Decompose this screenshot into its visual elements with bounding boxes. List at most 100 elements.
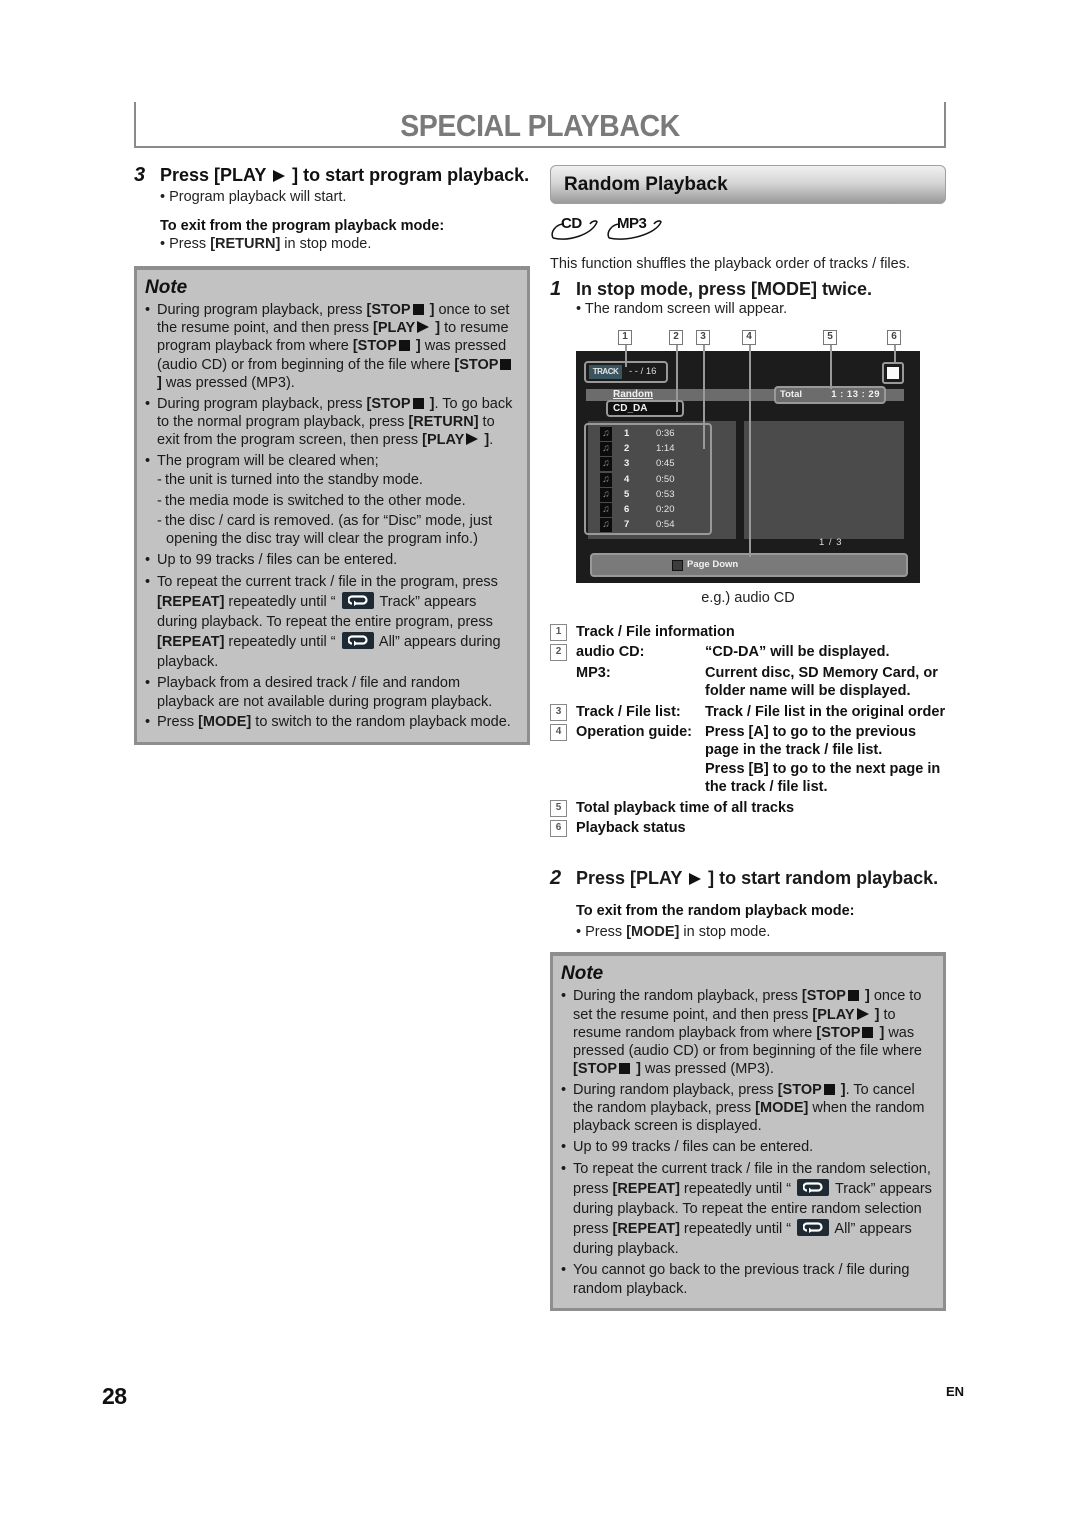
legend-row: 2 audio CD: “CD-DA” will be displayed.	[550, 643, 946, 662]
key-label: [STOP	[454, 356, 499, 373]
stop-icon	[412, 397, 424, 409]
section-title: Random Playback	[550, 165, 946, 204]
total-time: 1 : 13 : 29	[831, 389, 880, 400]
repeat-icon	[797, 1218, 830, 1236]
left-column: 3 Press [PLAY ] to start program playbac…	[134, 165, 530, 745]
figure-caption: e.g.) audio CD	[701, 590, 795, 606]
play-icon	[417, 321, 430, 334]
key-label: [RETURN]	[210, 236, 281, 252]
text: ] to start random playback.	[708, 868, 939, 889]
note-title: Note	[145, 277, 188, 298]
step-1-heading: 1 In stop mode, press [MODE] twice.	[550, 278, 946, 300]
music-note-icon: ♫	[600, 457, 612, 472]
media-badges: CD MP3	[550, 212, 946, 242]
callout-line-1	[625, 345, 627, 367]
text: Press	[157, 714, 199, 731]
mp3-label: MP3	[617, 215, 647, 232]
step-bullet: • Program playback will start.	[160, 189, 347, 205]
stop-icon	[398, 340, 410, 352]
legend-row: 4 Operation guide: Press [A] to go to the …	[550, 723, 946, 797]
track-time: 0:36	[656, 428, 675, 439]
legend-row: 3 Track / File list: Track / File list in …	[550, 703, 946, 721]
key-label: [PLAY	[812, 1006, 855, 1023]
page-down-label: Page Down	[687, 559, 739, 570]
key-label: [STOP	[816, 1024, 861, 1041]
text: was pressed (MP3).	[640, 1061, 774, 1078]
note-sub-item: - the unit is turned into the standby mod…	[157, 471, 423, 488]
note-item: During program playback, press [STOP ] o…	[145, 301, 517, 392]
key-label: [STOP	[573, 1061, 618, 1078]
note-item: During program playback, press [STOP ]. …	[145, 395, 517, 450]
legend-value: Current disc, SD Memory Card, or folder …	[705, 664, 946, 701]
legend: 1 Track / File information 2 audio CD: “CD-D…	[550, 623, 946, 838]
track-row[interactable]: ♫ 1 0:36	[600, 427, 710, 441]
legend-row: 6 Playback status	[550, 819, 946, 838]
key-label: [STOP	[801, 988, 846, 1005]
music-note-icon: ♫	[600, 472, 612, 487]
text: During program playback, press	[157, 395, 367, 412]
note-sub-item: - the media mode is switched to the other…	[157, 492, 466, 509]
note-item: During the random playback, press [STOP …	[561, 987, 933, 1078]
step-number: 2	[550, 867, 562, 890]
random-screen-figure: 1 2 3 4 5 6 Random TRACK - - / 16 Total …	[550, 325, 946, 585]
key-label: [STOP	[366, 395, 411, 412]
step-number: 1	[550, 278, 562, 300]
key-label: [MODE]	[626, 924, 680, 941]
track-row[interactable]: ♫ 6 0:20	[600, 503, 710, 517]
track-row[interactable]: ♫ 4 0:50	[600, 472, 710, 487]
legend-value-text: “CD-DA” will be displayed.	[705, 644, 890, 661]
callout-6: 6	[887, 330, 901, 345]
step-number: 3	[134, 164, 146, 186]
track-time: 0:54	[656, 519, 675, 531]
stop-status-icon	[887, 367, 899, 379]
play-icon	[689, 873, 702, 886]
callout-2: 2	[669, 330, 683, 345]
music-note-icon: ♫	[600, 442, 612, 457]
legend-key: audio CD:	[576, 644, 645, 661]
key-label: ]	[431, 320, 441, 337]
track-row[interactable]: ♫ 7 0:54	[600, 518, 710, 533]
text: in stop mode.	[679, 924, 771, 941]
track-label: TRACK	[589, 365, 622, 379]
play-icon	[273, 170, 286, 182]
note-list: During program playback, press [STOP ] o…	[145, 301, 517, 732]
right-column: Random Playback CD MP3 This function shu…	[550, 165, 946, 1312]
media-name: CD_DA	[613, 403, 648, 414]
legend-value: “CD-DA” will be displayed.	[705, 643, 946, 661]
exit-bullet: • Press [MODE] in stop mode.	[576, 923, 946, 942]
legend-spacer	[550, 664, 576, 701]
legend-value: Track / File list in the original order	[705, 703, 946, 721]
repeat-icon	[341, 631, 374, 649]
track-row[interactable]: ♫ 2 1:14	[600, 442, 710, 457]
text: the disc / card is removed. (as for “Dis…	[165, 513, 493, 530]
callout-1: 1	[618, 330, 632, 345]
note-box-random: Note During the random playback, press […	[550, 952, 946, 1312]
track-row[interactable]: ♫ 5 0:53	[600, 487, 710, 502]
text: the unit is turned into the standby mode…	[165, 471, 423, 488]
track-count: - - / 16	[629, 366, 657, 377]
text: During program playback, press	[157, 302, 367, 318]
track-row[interactable]: ♫ 3 0:45	[600, 457, 710, 472]
legend-number: 1	[550, 624, 567, 641]
play-icon	[856, 1007, 869, 1020]
legend-value-text: Press [A] to go to the previous page in …	[705, 724, 917, 759]
legend-value-text: Current disc, SD Memory Card, or folder …	[705, 664, 938, 700]
callout-5: 5	[823, 330, 837, 345]
legend-row: 5 Total playback time of all tracks	[550, 799, 946, 817]
step-heading-text: Press [PLAY ] to start random playback.	[576, 867, 938, 889]
exit-label: To exit from the random playback mode:	[576, 903, 855, 920]
track-number: 2	[624, 443, 630, 455]
media-name-box: CD_DA	[606, 400, 684, 417]
total-label: Total	[780, 389, 802, 400]
text: to switch to the random playback mode.	[251, 714, 511, 731]
exit-bullet: • Press [RETURN] in stop mode.	[160, 235, 530, 254]
key-label: [PLAY	[422, 431, 465, 448]
key-label: [REPEAT]	[612, 1180, 680, 1197]
stop-icon	[823, 1083, 835, 1095]
note-item: The program will be cleared when;	[145, 452, 517, 470]
text: • Press	[160, 236, 211, 252]
text: • Press	[576, 924, 627, 941]
text: Press [PLAY	[576, 868, 683, 889]
text: the media mode is switched to the other …	[165, 492, 466, 509]
page-number: 28	[102, 1383, 127, 1409]
